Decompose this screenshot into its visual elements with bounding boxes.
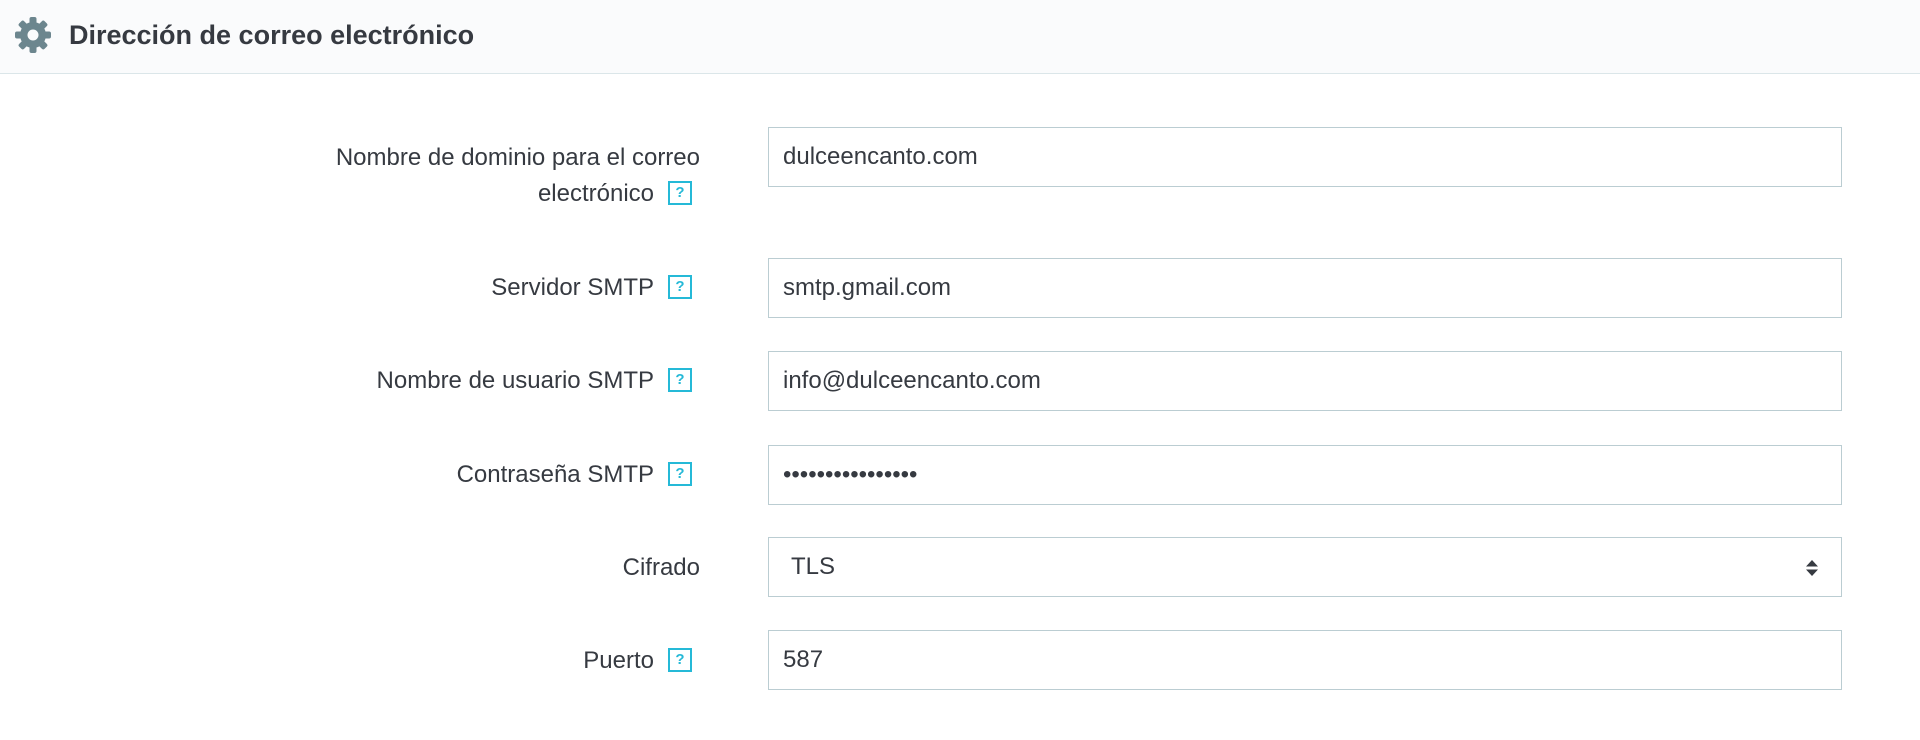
smtp-user-help-icon[interactable]: ? <box>668 367 692 392</box>
smtp-user-input[interactable]: info@dulceencanto.com <box>768 351 1842 411</box>
panel-title: Dirección de correo electrónico <box>69 20 475 50</box>
panel-header: Dirección de correo electrónico <box>0 0 1920 74</box>
smtp-server-help-icon[interactable]: ? <box>668 274 692 299</box>
port-help-icon[interactable]: ? <box>668 647 692 672</box>
smtp-user-label-text: Nombre de usuario SMTP <box>376 367 654 394</box>
encryption-label: Cifrado <box>623 550 700 586</box>
port-label-text: Puerto <box>583 647 654 674</box>
port-label: Puerto? <box>583 643 700 679</box>
domain-label-line2: electrónico <box>537 180 654 207</box>
encryption-select[interactable]: TLS <box>768 537 1842 597</box>
smtp-server-label: Servidor SMTP? <box>491 270 700 306</box>
domain-help-icon[interactable]: ? <box>668 180 692 205</box>
domain-label: Nombre de dominio para el correo electró… <box>336 140 700 212</box>
smtp-password-label-text: Contraseña SMTP <box>456 461 654 488</box>
smtp-server-label-text: Servidor SMTP <box>491 274 654 301</box>
smtp-password-label: Contraseña SMTP? <box>457 457 700 493</box>
domain-label-line1: Nombre de dominio para el correo <box>335 144 700 171</box>
gear-icon <box>15 17 51 53</box>
encryption-label-text: Cifrado <box>622 554 700 581</box>
smtp-password-input[interactable]: •••••••••••••••• <box>768 445 1842 505</box>
domain-input[interactable]: dulceencanto.com <box>768 127 1842 187</box>
encryption-selected-value: TLS <box>791 553 836 580</box>
smtp-server-input[interactable]: smtp.gmail.com <box>768 258 1842 318</box>
smtp-password-help-icon[interactable]: ? <box>668 461 692 486</box>
smtp-user-label: Nombre de usuario SMTP? <box>377 363 700 399</box>
port-input[interactable]: 587 <box>768 630 1842 690</box>
select-caret-icon <box>1806 560 1818 576</box>
